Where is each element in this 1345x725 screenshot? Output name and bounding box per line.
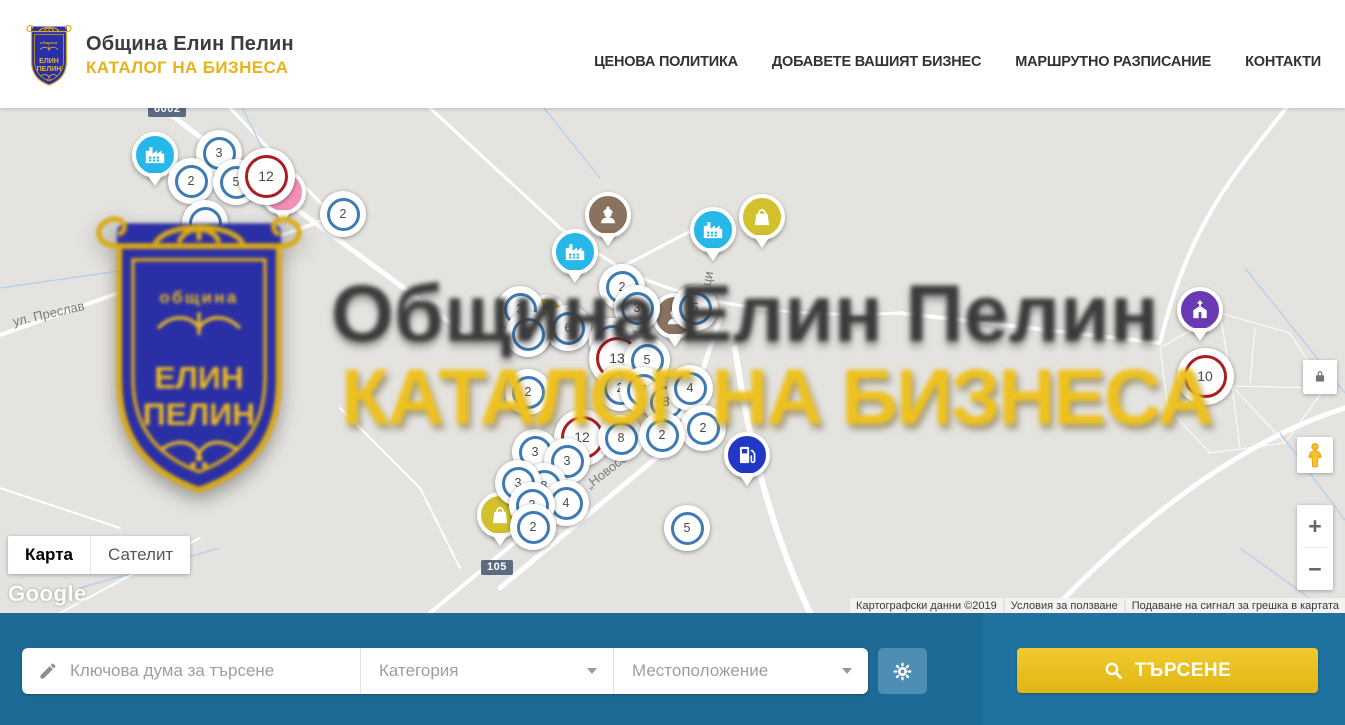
- zoom-in-button[interactable]: +: [1297, 505, 1333, 547]
- pin-tail: [146, 173, 164, 186]
- gear-icon: [892, 661, 913, 682]
- map-type-map-button[interactable]: Карта: [8, 536, 90, 574]
- keyword-field: [22, 648, 360, 694]
- map-cluster-marker[interactable]: 12: [238, 148, 295, 205]
- factory-icon: [700, 217, 726, 243]
- cluster-count: 2: [327, 198, 360, 231]
- nav-route-schedule[interactable]: МАРШРУТНО РАЗПИСАНИЕ: [1015, 54, 1211, 70]
- search-icon: [1104, 661, 1123, 680]
- watermark-subtitle: КАТАЛОГ НА БИЗНЕСА: [341, 351, 1212, 443]
- chevron-down-icon: [587, 668, 597, 674]
- pin-tail: [491, 533, 509, 546]
- lock-icon: [1313, 370, 1327, 384]
- watermark-crest: [85, 212, 313, 508]
- pin-tail: [738, 473, 756, 486]
- location-dropdown[interactable]: Местоположение: [613, 648, 868, 694]
- zoom-control: + −: [1297, 505, 1333, 590]
- attribution-report-error-link[interactable]: Подаване на сигнал за грешка в картата: [1126, 598, 1345, 613]
- map-cluster-marker[interactable]: 2: [168, 158, 214, 204]
- attribution-terms-link[interactable]: Условия за ползване: [1005, 598, 1124, 613]
- location-dropdown-label: Местоположение: [632, 661, 768, 681]
- map-type-satellite-button[interactable]: Сателит: [90, 536, 190, 574]
- nav-add-business[interactable]: ДОБАВЕТЕ ВАШИЯТ БИЗНЕС: [772, 54, 981, 70]
- chevron-down-icon: [842, 668, 852, 674]
- watermark-title: Община Елин Пелин: [331, 268, 1159, 361]
- map-pin-church[interactable]: [1177, 287, 1223, 341]
- search-fields-group: Категория Местоположение: [22, 648, 868, 694]
- zoom-out-button[interactable]: −: [1297, 548, 1333, 590]
- pin-tail: [1191, 328, 1209, 341]
- site-subtitle: КАТАЛОГ НА БИЗНЕСА: [86, 58, 294, 78]
- worker-icon: [595, 202, 621, 228]
- advanced-settings-button[interactable]: [878, 648, 927, 694]
- factory-icon: [142, 142, 168, 168]
- search-submit-label: ТЪРСЕНЕ: [1135, 660, 1232, 682]
- church-icon: [1187, 297, 1213, 323]
- cluster-count: 12: [245, 155, 288, 198]
- pin-tail: [753, 235, 771, 248]
- road-number-label: 105: [481, 560, 513, 575]
- site-title: Община Елин Пелин: [86, 33, 294, 56]
- pencil-icon: [38, 661, 58, 681]
- map-attribution: Картографски данни ©2019 Условия за полз…: [850, 598, 1345, 613]
- attribution-copyright: Картографски данни ©2019: [850, 598, 1003, 613]
- pin-tail: [599, 233, 617, 246]
- crest-icon: [24, 24, 74, 89]
- search-bar: Категория Местоположение: [0, 613, 1345, 725]
- category-dropdown[interactable]: Категория: [360, 648, 613, 694]
- lock-button[interactable]: [1303, 360, 1337, 394]
- map-cluster-marker[interactable]: 2: [320, 191, 366, 237]
- cluster-count: 2: [175, 165, 208, 198]
- keyword-search-input[interactable]: [70, 661, 346, 681]
- category-dropdown-label: Категория: [379, 661, 458, 681]
- pin-tail: [704, 248, 722, 261]
- map-type-control: Карта Сателит: [8, 536, 190, 574]
- road-number-label: 6002: [148, 108, 186, 117]
- bag-icon: [749, 204, 775, 230]
- map-canvas[interactable]: 6002105ул. Преславбул. „Новоселци 325122…: [0, 108, 1345, 613]
- cluster-count: 2: [517, 511, 550, 544]
- nav-contacts[interactable]: КОНТАКТИ: [1245, 54, 1321, 70]
- map-pin-factory[interactable]: [690, 207, 736, 261]
- pegman-icon: [1304, 442, 1326, 468]
- nav-pricing[interactable]: ЦЕНОВА ПОЛИТИКА: [594, 54, 738, 70]
- search-submit-button[interactable]: ТЪРСЕНЕ: [1017, 648, 1318, 693]
- map-pin-bag[interactable]: [739, 194, 785, 248]
- site-title-block[interactable]: Община Елин Пелин КАТАЛОГ НА БИЗНЕСА: [86, 33, 294, 78]
- map-cluster-marker[interactable]: 5: [664, 505, 710, 551]
- watermark-crest-icon: [85, 212, 313, 508]
- main-nav: ЦЕНОВА ПОЛИТИКА ДОБАВЕТЕ ВАШИЯТ БИЗНЕС М…: [594, 54, 1321, 70]
- fuel-icon: [734, 442, 760, 468]
- street-view-pegman[interactable]: [1297, 437, 1333, 473]
- map-pin-worker[interactable]: [585, 192, 631, 246]
- site-header: Община Елин Пелин КАТАЛОГ НА БИЗНЕСА ЦЕН…: [0, 0, 1345, 108]
- google-logo[interactable]: Google: [8, 581, 87, 607]
- cluster-count: 5: [671, 512, 704, 545]
- map-cluster-marker[interactable]: 2: [510, 504, 556, 550]
- municipality-crest-logo[interactable]: [24, 24, 74, 89]
